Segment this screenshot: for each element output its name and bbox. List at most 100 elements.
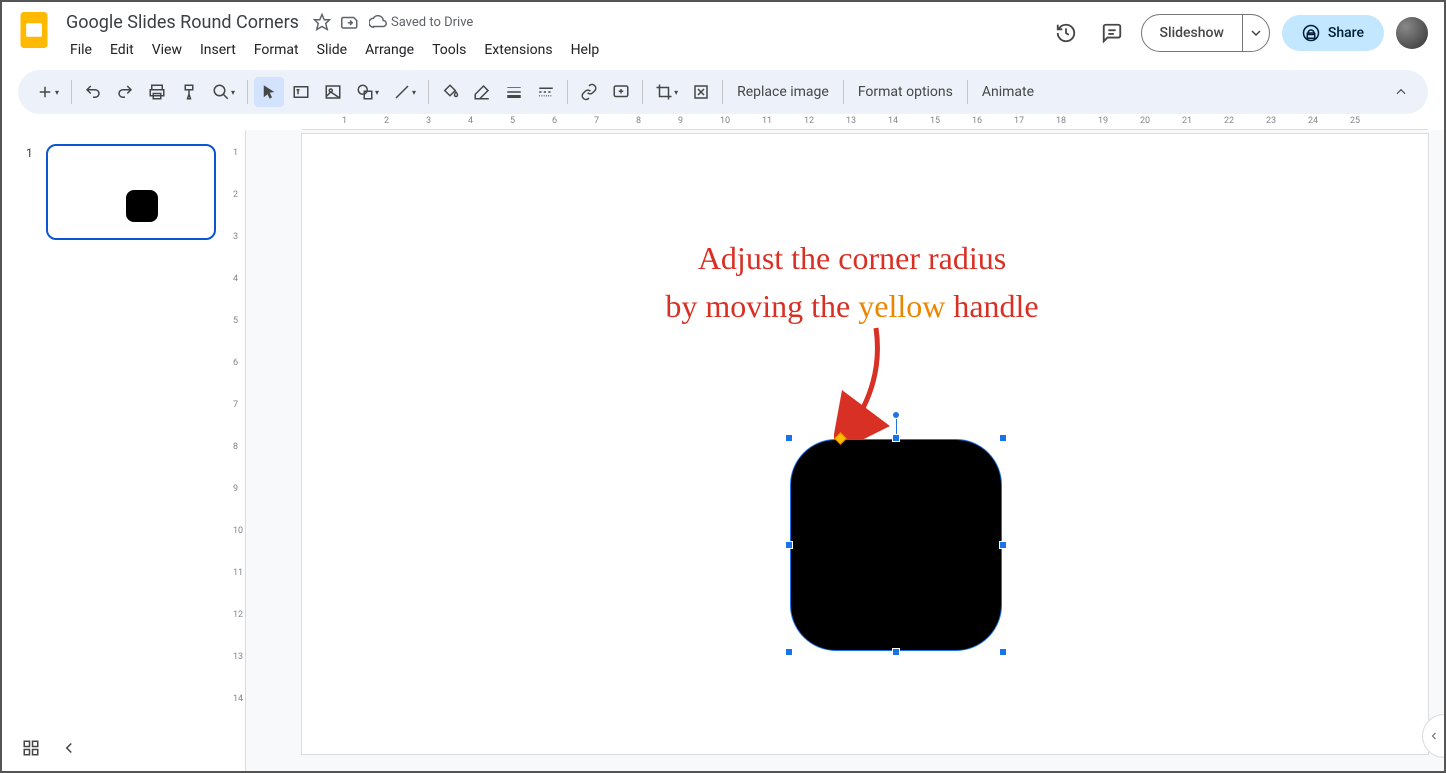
textbox-tool[interactable] [286,77,316,107]
slide-thumbnail-1[interactable] [46,144,216,240]
slideshow-label[interactable]: Slideshow [1142,15,1243,51]
save-status-text: Saved to Drive [391,15,473,30]
share-button[interactable]: Share [1282,15,1384,51]
select-tool[interactable] [254,77,284,107]
ruler-y-tick: 9 [233,484,238,494]
document-title[interactable]: Google Slides Round Corners [62,10,303,35]
ruler-y-tick: 10 [233,526,243,536]
ruler-y-tick: 8 [233,442,238,452]
canvas-area: Adjust the corner radius by moving the y… [246,130,1444,771]
ruler-x-tick: 14 [888,116,898,126]
ruler-x-tick: 11 [762,116,772,126]
lock-icon [1302,24,1320,42]
comment-button[interactable] [606,77,636,107]
selected-shape[interactable] [790,439,1002,651]
print-button[interactable] [142,77,172,107]
ruler-x-tick: 12 [804,116,814,126]
line-tool[interactable]: ▾ [387,77,422,107]
slideshow-dropdown[interactable] [1243,15,1269,51]
menu-insert[interactable]: Insert [192,38,244,62]
ruler-x-tick: 10 [720,116,730,126]
shape-tool[interactable]: ▾ [350,77,385,107]
border-dash-button[interactable] [531,77,561,107]
rounded-rectangle-shape[interactable] [790,439,1002,651]
fill-color-button[interactable] [435,77,465,107]
ruler-x-tick: 6 [552,116,557,126]
ruler-x-tick: 1 [342,116,347,126]
menu-view[interactable]: View [144,38,190,62]
ruler-y-tick: 5 [233,316,238,326]
history-icon[interactable] [1049,16,1083,50]
ruler-y-tick: 14 [233,694,243,704]
ruler-x-tick: 22 [1224,116,1234,126]
rotation-handle[interactable] [892,411,900,419]
paint-format-button[interactable] [174,77,204,107]
ruler-x-tick: 9 [678,116,683,126]
border-color-button[interactable] [467,77,497,107]
filmstrip: 1 [2,114,230,771]
annotation-text: Adjust the corner radius by moving the y… [572,234,1132,330]
menu-file[interactable]: File [62,38,100,62]
ruler-x-tick: 23 [1266,116,1276,126]
horizontal-ruler: /* ticks injected below */ 1234567891011… [302,114,1428,130]
move-icon[interactable] [341,13,359,31]
crop-button[interactable]: ▾ [649,77,684,107]
resize-handle-br[interactable] [999,648,1007,656]
annotation-line1: Adjust the corner radius [698,240,1006,276]
annotation-arrow [834,324,914,454]
resize-handle-tm[interactable] [892,434,900,442]
ruler-x-tick: 15 [930,116,940,126]
image-tool[interactable] [318,77,348,107]
account-avatar[interactable] [1396,17,1428,49]
menu-slide[interactable]: Slide [309,38,355,62]
resize-handle-tl[interactable] [785,434,793,442]
resize-handle-tr[interactable] [999,434,1007,442]
star-icon[interactable] [313,13,331,31]
ruler-x-tick: 13 [846,116,856,126]
rotation-line [896,419,897,435]
save-status[interactable]: Saved to Drive [369,13,473,31]
ruler-y-tick: 7 [233,400,238,410]
ruler-x-tick: 19 [1098,116,1108,126]
slide-number: 1 [26,146,33,160]
undo-button[interactable] [78,77,108,107]
ruler-x-tick: 4 [468,116,473,126]
ruler-y-tick: 11 [233,568,243,578]
comments-icon[interactable] [1095,16,1129,50]
share-label: Share [1328,25,1364,41]
ruler-x-tick: 20 [1140,116,1150,126]
menu-format[interactable]: Format [246,38,307,62]
slides-logo[interactable] [14,10,54,50]
ruler-y-tick: 4 [233,274,238,284]
menu-edit[interactable]: Edit [102,38,142,62]
resize-handle-bm[interactable] [892,648,900,656]
menu-tools[interactable]: Tools [424,38,474,62]
border-weight-button[interactable] [499,77,529,107]
ruler-x-tick: 21 [1182,116,1192,126]
ruler-x-tick: 8 [636,116,641,126]
animate-button[interactable]: Animate [974,80,1042,104]
menu-extensions[interactable]: Extensions [476,38,560,62]
chevron-left-icon[interactable] [60,739,78,761]
resize-handle-bl[interactable] [785,648,793,656]
menu-arrange[interactable]: Arrange [357,38,422,62]
reset-image-button[interactable] [686,77,716,107]
slide-canvas[interactable]: Adjust the corner radius by moving the y… [302,134,1428,754]
resize-handle-ml[interactable] [785,541,793,549]
zoom-button[interactable]: ▾ [206,77,241,107]
link-button[interactable] [574,77,604,107]
resize-handle-mr[interactable] [999,541,1007,549]
grid-view-icon[interactable] [22,739,40,761]
menu-bar: File Edit View Insert Format Slide Arran… [62,38,1049,62]
collapse-toolbar-button[interactable] [1386,77,1416,107]
slideshow-button[interactable]: Slideshow [1141,14,1270,52]
redo-button[interactable] [110,77,140,107]
replace-image-button[interactable]: Replace image [729,80,837,104]
new-slide-button[interactable]: ▾ [30,77,65,107]
ruler-x-tick: 25 [1350,116,1360,126]
menu-help[interactable]: Help [563,38,608,62]
annotation-line2c: handle [945,288,1038,324]
ruler-y-tick: 2 [233,190,238,200]
ruler-y-tick: 12 [233,610,243,620]
format-options-button[interactable]: Format options [850,80,961,104]
